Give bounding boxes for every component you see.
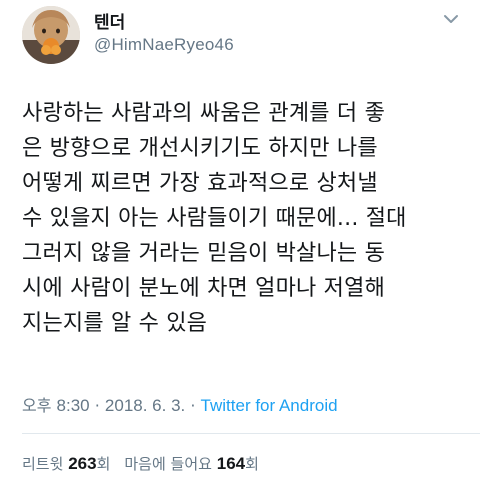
date: 2018. 6. 3. (104, 396, 186, 415)
tweet-meta: 오후 8:30 · 2018. 6. 3. · Twitter for Andr… (22, 395, 338, 417)
meta-separator: · (190, 396, 196, 415)
tweet-text-line: 수 있을지 아는 사람들이기 때문에... 절대 (22, 206, 407, 231)
likes-count: 164 (216, 454, 246, 473)
tweet-header: 텐더 @HimNaeRyeo46 (22, 6, 462, 66)
avatar-image (22, 6, 80, 64)
tweet-text: 사랑하는 사람과의 싸움은 관계를 더 좋 은 방향으로 개선시키기도 하지만 … (22, 96, 462, 341)
tweet-text-line: 어떻게 찌르면 가장 효과적으로 상처낼 (22, 171, 378, 196)
user-handle[interactable]: @HimNaeRyeo46 (94, 34, 234, 56)
chevron-down-icon[interactable] (440, 8, 462, 30)
retweets-label: 리트윗 (22, 455, 64, 473)
tweet-text-line: 사랑하는 사람과의 싸움은 관계를 더 좋 (22, 101, 386, 126)
tweet-stats: 리트윗 263회 마음에 들어요 164회 (22, 453, 259, 475)
likes-label: 마음에 들어요 (124, 455, 212, 473)
tweet-card: 텐더 @HimNaeRyeo46 사랑하는 사람과의 싸움은 관계를 더 좋 은… (0, 0, 480, 482)
likes-unit: 회 (245, 455, 259, 473)
timestamp[interactable]: 오후 8:30 (22, 396, 90, 415)
retweets-stat[interactable]: 리트윗 263회 (22, 454, 111, 473)
meta-separator: · (94, 396, 100, 415)
tweet-text-line: 그러지 않을 거라는 믿음이 박살나는 동 (22, 241, 386, 266)
author-names: 텐더 @HimNaeRyeo46 (94, 12, 234, 56)
tweet-text-line: 지는지를 알 수 있음 (22, 311, 208, 336)
tweet-text-line: 시에 사람이 분노에 차면 얼마나 저열해 (22, 276, 386, 301)
avatar[interactable] (22, 6, 80, 64)
display-name[interactable]: 텐더 (94, 12, 234, 34)
retweets-count: 263 (68, 454, 97, 473)
time-prefix: 오후 (22, 396, 52, 415)
tweet-text-line: 은 방향으로 개선시키기도 하지만 나를 (22, 136, 378, 161)
likes-stat[interactable]: 마음에 들어요 164회 (124, 454, 259, 473)
source-link[interactable]: Twitter for Android (201, 396, 338, 415)
retweets-unit: 회 (96, 455, 111, 473)
divider (22, 433, 480, 434)
time: 8:30 (56, 396, 90, 415)
